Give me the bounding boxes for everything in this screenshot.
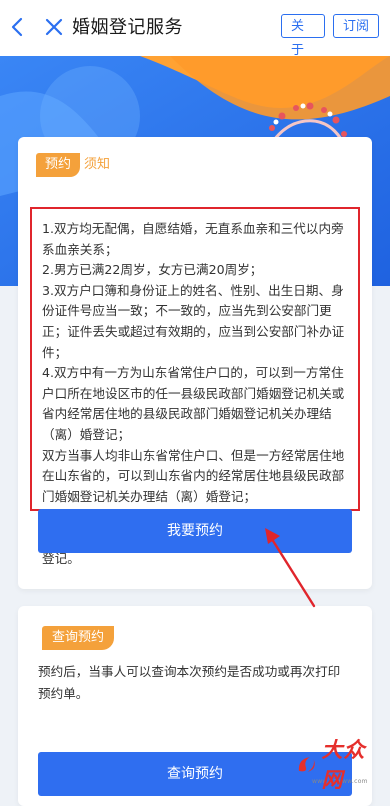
notice-line: 2.男方已满22周岁，女方已满20周岁； (42, 262, 263, 278)
top-bar: 婚姻登记服务 关于 订阅 (0, 0, 390, 58)
logo-swirl-icon (298, 757, 315, 772)
logo-text: 大众网 (321, 737, 366, 792)
notice-text: 1.双方均无配偶，自愿结婚，无直系血亲和三代以内旁系血亲关系； 2.男方已满22… (30, 207, 360, 566)
notice-line: 双方当事人均非山东省常住户口、但是一方经常居住地在山东省的，可以到山东省内的经常… (42, 447, 345, 504)
watermark-logo: 大众网 (296, 737, 386, 792)
notice-tag-main: 预约 (36, 153, 81, 177)
notice-tag-sub: 须知 (84, 157, 111, 172)
notice-line: 3.双方户口簿和身份证上的姓名、性别、出生日期、身份证件号应当一致；不一致的，应… (42, 282, 345, 360)
back-icon[interactable] (8, 16, 28, 38)
annotation-arrow (265, 528, 316, 608)
page-title: 婚姻登记服务 (72, 17, 183, 38)
query-description: 预约后，当事人可以查询本次预约是否成功或再次打印预约单。 (38, 664, 341, 701)
close-icon[interactable] (44, 17, 64, 37)
query-tag: 查询预约 (42, 626, 115, 650)
notice-line: 1.双方均无配偶，自愿结婚，无直系血亲和三代以内旁系血亲关系； (42, 221, 344, 257)
notice-line: 4.双方中有一方为山东省常住户口的，可以到一方常住户口所在地设区市的任一县级民政… (42, 365, 345, 442)
subscribe-button[interactable]: 订阅 (333, 14, 379, 38)
notice-tag: 预约 须知 (36, 153, 110, 177)
about-button[interactable]: 关于 (281, 14, 325, 58)
